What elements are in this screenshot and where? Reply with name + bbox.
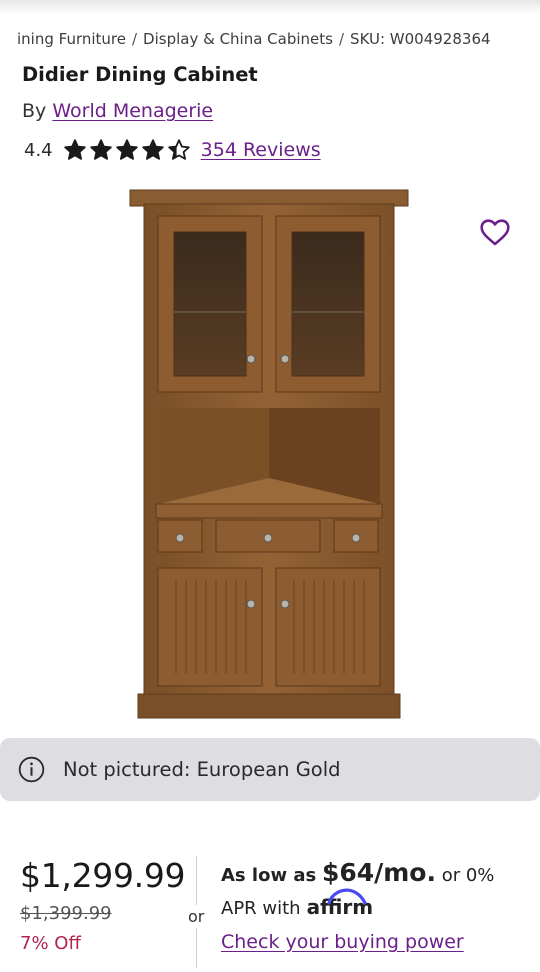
original-price: $1,399.99	[20, 903, 112, 924]
star-icon	[89, 139, 112, 160]
financing-offer: As low as $64/mo. or 0% APR with affirm …	[221, 858, 536, 953]
or-label: or	[188, 905, 205, 928]
apr-line: APR with affirm	[221, 888, 536, 919]
brand-link[interactable]: World Menagerie	[52, 100, 213, 122]
heart-icon[interactable]	[478, 215, 512, 249]
check-buying-power-link[interactable]: Check your buying power	[221, 931, 536, 953]
affirm-arc-icon	[326, 888, 367, 905]
not-pictured-banner: Not pictured: European Gold	[0, 738, 540, 801]
star-icon	[115, 139, 138, 160]
star-icon	[141, 139, 164, 160]
discount-badge: 7% Off	[20, 933, 81, 954]
product-title: Didier Dining Cabinet	[22, 63, 258, 86]
info-circle-icon	[18, 756, 45, 783]
rating-value: 4.4	[24, 139, 53, 161]
affirm-logo: affirm	[307, 888, 373, 919]
breadcrumb-item-dining-furniture[interactable]: ining Furniture	[17, 30, 126, 48]
star-icon	[167, 139, 190, 160]
breadcrumb-separator: /	[338, 29, 345, 48]
star-icon	[63, 139, 86, 160]
breadcrumb-item-display-china-cabinets[interactable]: Display & China Cabinets	[143, 30, 333, 48]
financing-suffix: or 0%	[441, 865, 495, 886]
by-label: By	[22, 100, 47, 122]
reviews-link[interactable]: 354 Reviews	[201, 139, 321, 161]
star-rating	[63, 138, 191, 162]
breadcrumb: ining Furniture / Display & China Cabinets…	[0, 29, 540, 51]
apr-text: APR with	[221, 898, 301, 919]
current-price: $1,299.99	[20, 856, 186, 895]
top-shadow	[0, 0, 540, 14]
financing-line: As low as $64/mo. or 0%	[221, 858, 536, 887]
rating-row[interactable]: 4.4 354 Reviews	[24, 136, 321, 164]
financing-prefix: As low as	[221, 865, 317, 886]
financing-amount: $64/mo.	[321, 858, 436, 887]
breadcrumb-sku: SKU: W004928364	[350, 29, 491, 48]
not-pictured-text: Not pictured: European Gold	[63, 758, 341, 781]
product-image[interactable]	[120, 186, 416, 724]
breadcrumb-separator: /	[131, 29, 138, 48]
brand-byline: By World Menagerie	[22, 100, 213, 122]
